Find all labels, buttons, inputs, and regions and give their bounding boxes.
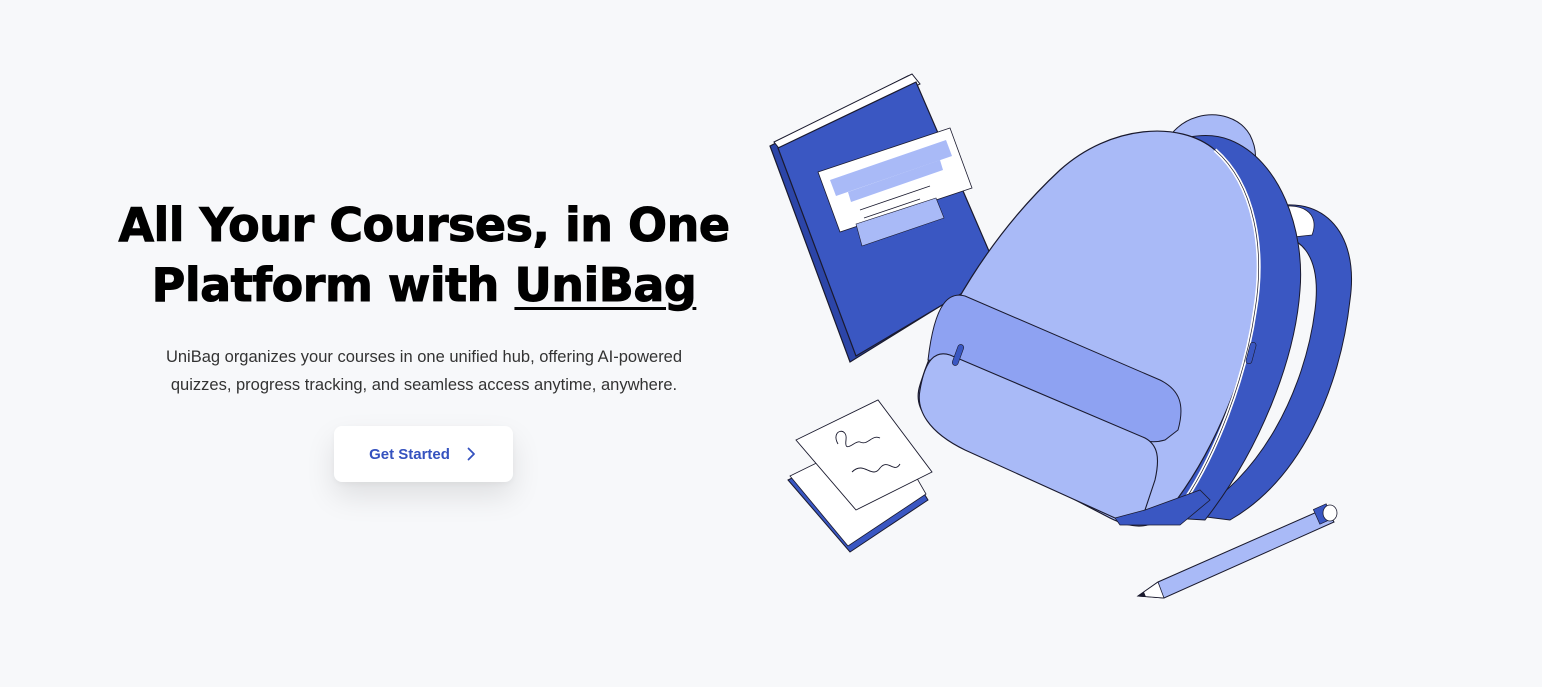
headline-line-2-prefix: Platform with [151,258,515,313]
hero-text-block: All Your Courses, in One Platform with U… [110,195,738,482]
get-started-label: Get Started [369,445,450,463]
hero-description: UniBag organizes your courses in one uni… [165,348,683,394]
headline-line-1: All Your Courses, in One [118,198,731,253]
get-started-button[interactable]: Get Started [334,426,513,482]
backpack-illustration [917,114,1352,527]
hero-headline: All Your Courses, in One Platform with U… [110,195,738,315]
brand-name: UniBag [514,258,697,313]
notes-illustration [787,399,933,553]
hero-illustration [769,73,1352,599]
chevron-right-icon [464,447,478,461]
hero-section: All Your Courses, in One Platform with U… [0,0,1542,687]
